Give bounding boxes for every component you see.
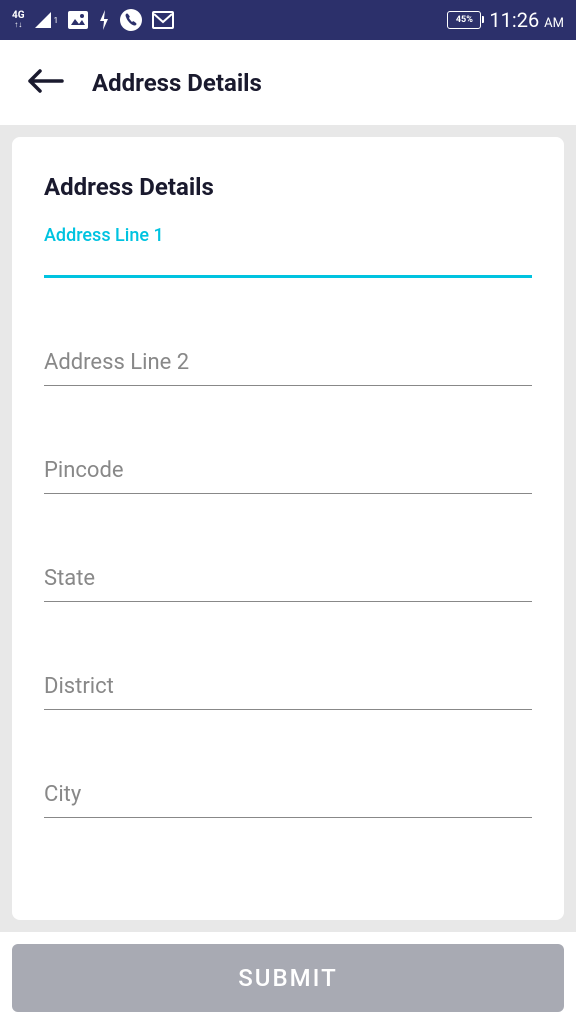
underline: [44, 709, 532, 710]
city-group: [44, 782, 532, 818]
network-4g-icon: 4G ↑↓: [12, 11, 25, 29]
battery-level: 45%: [456, 15, 473, 25]
underline: [44, 493, 532, 494]
bottom-bar: SUBMIT: [0, 932, 576, 1024]
status-bar: 4G ↑↓ 1 45% 11:26 AM: [0, 0, 576, 40]
district-input[interactable]: [44, 674, 532, 707]
pincode-input[interactable]: [44, 458, 532, 491]
address-line-2-group: [44, 350, 532, 386]
signal-icon: 1: [35, 12, 59, 28]
app-header: Address Details: [0, 40, 576, 125]
section-title: Address Details: [44, 173, 532, 201]
bolt-icon: [98, 10, 110, 30]
form-card: Address Details Address Line 1: [12, 137, 564, 920]
time-ampm: AM: [544, 16, 564, 31]
address-line-2-input[interactable]: [44, 350, 532, 383]
submit-button[interactable]: SUBMIT: [12, 944, 564, 1012]
back-arrow-icon[interactable]: [28, 69, 64, 97]
status-right: 45% 11:26 AM: [447, 8, 564, 32]
phone-icon: [120, 9, 142, 31]
page-title: Address Details: [92, 69, 262, 97]
underline: [44, 601, 532, 602]
content-area: Address Details Address Line 1: [0, 125, 576, 932]
status-left: 4G ↑↓ 1: [12, 9, 174, 31]
underline: [44, 385, 532, 386]
city-input[interactable]: [44, 782, 532, 815]
pincode-group: [44, 458, 532, 494]
state-group: [44, 566, 532, 602]
address-line-1-input[interactable]: [44, 249, 532, 282]
time-value: 11:26: [489, 8, 539, 32]
underline: [44, 817, 532, 818]
state-input[interactable]: [44, 566, 532, 599]
image-icon: [68, 11, 88, 29]
mail-icon: [152, 11, 174, 29]
address-line-1-group: Address Line 1: [44, 249, 532, 278]
address-line-1-label: Address Line 1: [44, 225, 164, 246]
clock: 11:26 AM: [489, 8, 564, 32]
district-group: [44, 674, 532, 710]
battery-icon: 45%: [447, 11, 481, 29]
